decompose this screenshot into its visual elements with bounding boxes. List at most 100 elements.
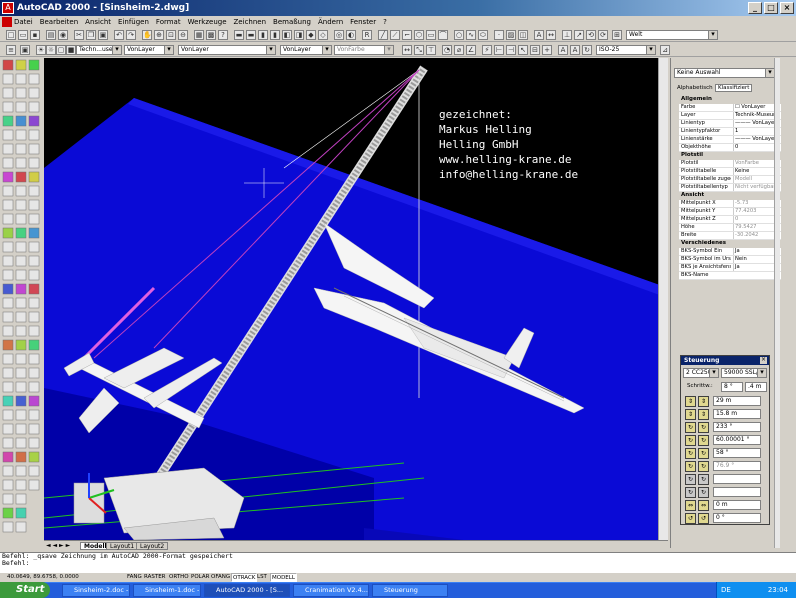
prop-section-header[interactable]: Verschiedenes (672, 240, 781, 248)
design-center-icon[interactable]: ▩ (206, 30, 216, 40)
trim-icon[interactable] (2, 381, 14, 393)
chamfer-icon[interactable] (15, 269, 27, 281)
prop-row[interactable]: Farbe ☐ VonLayer (679, 104, 781, 112)
extend-icon[interactable] (28, 87, 40, 99)
zoom-icon[interactable] (28, 157, 40, 169)
control-value-field[interactable] (713, 474, 761, 484)
hatch-icon[interactable] (15, 59, 27, 71)
dimstyle-combo[interactable]: ISO-25 (596, 45, 656, 55)
polar-button[interactable]: POLAR (190, 573, 210, 582)
array-icon[interactable] (2, 311, 14, 323)
prop-row[interactable]: Plotstiltabelle Keine (679, 168, 781, 176)
control-decrease-button[interactable]: ⇔ (685, 500, 696, 511)
tab-layout1[interactable]: Layout1 (106, 542, 139, 550)
ucs-combo[interactable]: Welt (626, 30, 718, 40)
chamfer-icon[interactable] (28, 115, 40, 127)
erase-icon[interactable] (2, 255, 14, 267)
pan-icon[interactable] (15, 325, 27, 337)
prop-row[interactable]: Plotstiltabelle zugeordnModell (679, 176, 781, 184)
block-icon[interactable] (28, 381, 40, 393)
view-back-icon[interactable]: ◨ (294, 30, 304, 40)
ellipse-icon[interactable]: ⬭ (478, 30, 488, 40)
prop-row[interactable]: Mittelpunkt Y 77.4203 (679, 208, 781, 216)
task-cranimation[interactable]: Cranimation V2.4... (293, 584, 369, 597)
id-icon[interactable] (28, 227, 40, 239)
command-prompt[interactable]: Befehl: (2, 560, 796, 567)
center-mark-icon[interactable]: + (542, 45, 552, 55)
model-button[interactable]: MODELL (270, 573, 297, 582)
control-increase-button[interactable]: ↺ (698, 513, 709, 524)
xline-icon[interactable] (2, 73, 14, 85)
circle-icon[interactable] (28, 339, 40, 351)
list-icon[interactable] (28, 241, 40, 253)
menu-ansicht[interactable]: Ansicht (85, 18, 111, 26)
otrack-button[interactable]: OTRACK (231, 573, 258, 582)
app-icon[interactable]: A (2, 2, 14, 14)
explode-icon[interactable] (15, 297, 27, 309)
stretch-icon[interactable] (2, 367, 14, 379)
open-icon[interactable]: ▭ (18, 30, 28, 40)
explode-icon[interactable] (28, 143, 40, 155)
snap-button[interactable]: FANG (126, 573, 143, 582)
paste-icon[interactable]: ▣ (98, 30, 108, 40)
polygon-icon[interactable] (28, 297, 40, 309)
break-icon[interactable] (15, 255, 27, 267)
dim-text-edit-icon[interactable]: A (570, 45, 580, 55)
menu-aendern[interactable]: Ändern (318, 18, 343, 26)
fillet-icon[interactable] (28, 129, 40, 141)
rotate-icon[interactable] (2, 339, 14, 351)
prop-row[interactable]: Breite -30.2042 (679, 232, 781, 240)
erase-icon[interactable] (28, 451, 40, 463)
mirror-icon[interactable] (15, 129, 27, 141)
xline-icon[interactable]: ⟋ (390, 30, 400, 40)
erase-icon[interactable] (15, 101, 27, 113)
zoom-icon[interactable] (15, 311, 27, 323)
stretch-icon[interactable] (15, 213, 27, 225)
menu-bearbeiten[interactable]: Bearbeiten (40, 18, 78, 26)
text-icon[interactable]: A (534, 30, 544, 40)
rotate-icon[interactable] (15, 185, 27, 197)
dim-update-icon[interactable]: ↻ (582, 45, 592, 55)
task-sinsheim1-doc[interactable]: Sinsheim-1.doc - ... (133, 584, 201, 597)
ortho-button[interactable]: ORTHO (168, 573, 190, 582)
control-increase-button[interactable]: ↻ (698, 448, 709, 459)
step-deg-field[interactable]: 8 ° (721, 382, 743, 392)
preview-icon[interactable]: ◉ (58, 30, 68, 40)
toolbar-icons-grid[interactable] (0, 58, 44, 548)
control-decrease-button[interactable]: ↻ (685, 461, 696, 472)
prop-row[interactable]: BKS-Symbol im UrsprungNein (679, 256, 781, 264)
properties-scrollbar[interactable] (774, 58, 780, 548)
prop-row[interactable]: Linienstärke ——— VonLayer (679, 136, 781, 144)
area-icon[interactable] (15, 367, 27, 379)
viewport-scrollbar[interactable] (658, 58, 668, 540)
dist-icon[interactable] (28, 199, 40, 211)
line-icon[interactable] (15, 409, 27, 421)
spline-icon[interactable]: ∿ (466, 30, 476, 40)
view-top-icon[interactable]: ▬ (234, 30, 244, 40)
xline-icon[interactable] (28, 269, 40, 281)
polyline-icon[interactable]: ⌐ (402, 30, 412, 40)
coordinate-display[interactable]: 40.0649, 89.6758, 0.0000 (6, 573, 80, 582)
ellipse-icon[interactable] (28, 367, 40, 379)
id-icon[interactable] (15, 381, 27, 393)
polygon-icon[interactable] (2, 101, 14, 113)
command-line[interactable]: Befehl: _qsave Zeichnung im AutoCAD 2000… (0, 552, 796, 573)
block-icon[interactable] (2, 185, 14, 197)
spline-icon[interactable] (15, 507, 27, 519)
dim-baseline-icon[interactable]: ⊢ (494, 45, 504, 55)
orbit-icon[interactable] (28, 185, 40, 197)
fillet-icon[interactable] (2, 437, 14, 449)
mtext-icon[interactable] (15, 87, 27, 99)
sun-icon[interactable]: ☼ (46, 45, 56, 55)
tab-layout2[interactable]: Layout2 (136, 542, 169, 550)
orbit-icon[interactable]: ◎ (334, 30, 344, 40)
region-icon[interactable] (2, 227, 14, 239)
bulb-icon[interactable]: ☀ (36, 45, 46, 55)
control-increase-button[interactable]: ↻ (698, 435, 709, 446)
lwt-button[interactable]: LST (256, 573, 268, 582)
point-icon[interactable] (28, 395, 40, 407)
properties-icon[interactable]: ▦ (194, 30, 204, 40)
mirror-icon[interactable] (28, 479, 40, 491)
save-icon[interactable]: ▪ (30, 30, 40, 40)
zoom-realtime-icon[interactable]: ⊕ (154, 30, 164, 40)
